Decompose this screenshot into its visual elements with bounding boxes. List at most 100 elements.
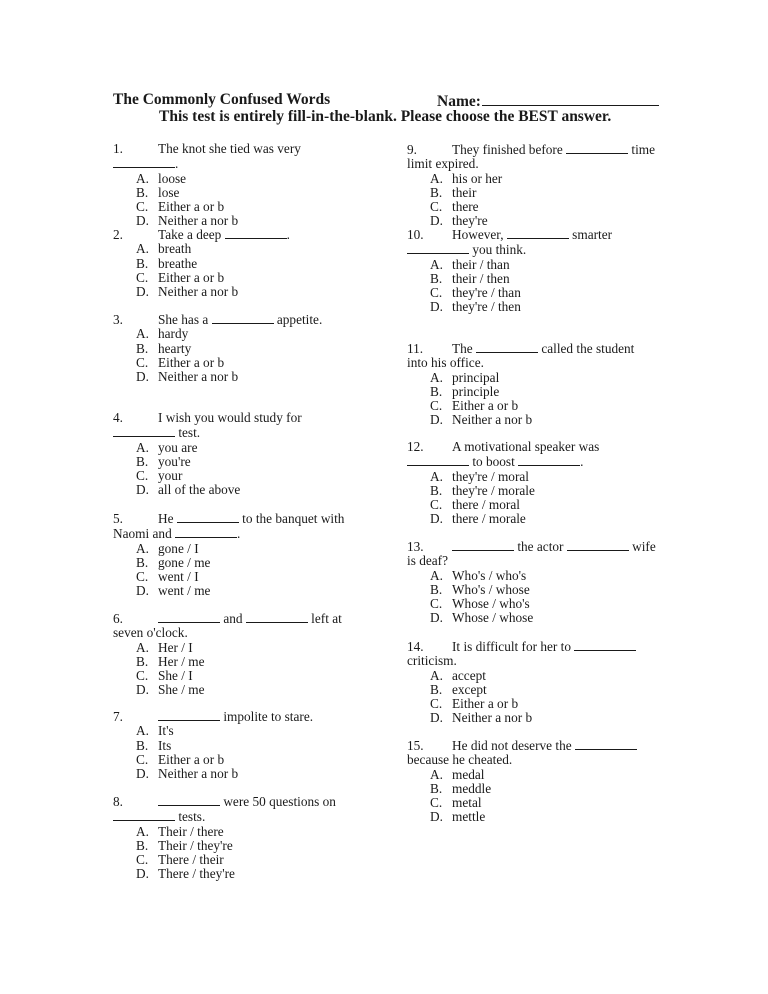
question-number: 13. (407, 539, 424, 554)
option-text: Neither a nor b (158, 284, 239, 300)
answer-blank (176, 511, 239, 523)
option-text: Her / me (158, 653, 205, 669)
question-text: impolite to stare. (220, 709, 314, 724)
answer-option: C. Either a or b (113, 354, 363, 370)
answer-blank (574, 738, 637, 750)
answer-option: B. gone / me (113, 555, 363, 570)
question-number: 5. (113, 511, 123, 526)
option-letter: A. (136, 540, 149, 556)
answer-options: A. hardy B. hearty C. Either a or b D. Neither … (113, 326, 363, 384)
option-letter: B. (430, 270, 443, 286)
option-letter: B. (430, 184, 443, 200)
option-text: there / morale (452, 511, 526, 527)
name-blank-line (481, 91, 659, 106)
question-text: and (220, 611, 246, 626)
title-line: The Commonly Confused Words Name: (113, 91, 673, 110)
answer-option: C. went / I (113, 569, 363, 584)
answer-options: A. their / than B. their / then C. they're / … (407, 257, 657, 315)
option-letter: C. (136, 468, 149, 484)
option-text: Neither a nor b (452, 412, 533, 428)
answer-option: B. Who's / whose (407, 581, 657, 597)
option-letter: B. (430, 681, 443, 697)
test-title: The Commonly Confused Words (113, 91, 331, 108)
question-text: The knot she tied was very (158, 141, 301, 156)
answer-blank (407, 242, 469, 255)
option-text: they're / moral (452, 468, 529, 484)
question-5: 5. He to the banquet with Naomi and . A. go… (113, 511, 363, 599)
answer-blank (175, 526, 238, 539)
question-stem: 14. It is difficult for her to criticism. (407, 639, 657, 669)
question-number: 4. (113, 410, 123, 425)
option-letter: A. (136, 823, 149, 839)
answer-blank (211, 312, 274, 324)
answer-option: D. all of the above (113, 483, 363, 498)
option-text: loose (158, 170, 187, 186)
answer-option: A. breath (113, 241, 363, 257)
option-letter: D. (430, 610, 443, 626)
option-letter: B. (136, 653, 149, 669)
option-text: there (452, 199, 479, 215)
answer-option: D. Neither a nor b (113, 766, 363, 781)
question-stem: 11. The called the student into his offic… (407, 341, 657, 371)
answer-blank (158, 611, 220, 623)
option-letter: C. (430, 596, 443, 612)
answer-option: A. his or her (407, 170, 657, 186)
question-stem: 7. impolite to stare. (113, 709, 363, 724)
question-12: 12. A motivational speaker was to boost .… (407, 439, 657, 527)
option-letter: B. (430, 581, 443, 597)
option-letter: D. (136, 284, 149, 300)
answer-option: D. mettle (407, 810, 657, 825)
option-letter: A. (136, 170, 149, 186)
option-letter: C. (136, 199, 149, 215)
question-stem: 1. The knot she tied was very . (113, 141, 363, 172)
option-letter: D. (136, 866, 149, 882)
answer-blank (113, 156, 175, 169)
option-text: Either a or b (158, 199, 225, 215)
option-letter: C. (430, 696, 443, 712)
answer-option: A. principal (407, 370, 657, 385)
option-text: Their / they're (158, 837, 233, 853)
option-letter: A. (136, 639, 149, 655)
option-text: hearty (158, 340, 192, 356)
answer-option: B. meddle (407, 781, 657, 796)
answer-option: B. Her / me (113, 653, 363, 669)
option-text: breathe (158, 255, 198, 271)
question-text: test. (175, 425, 201, 441)
answer-option: A. medal (407, 767, 657, 782)
question-text: because he cheated. (407, 752, 513, 768)
option-text: breath (158, 241, 192, 257)
question-stem: 15. He did not deserve the because he che… (407, 738, 657, 768)
answer-option: D. There / they're (113, 866, 363, 882)
option-letter: B. (136, 255, 149, 271)
option-letter: B. (136, 737, 149, 753)
question-13: 13. the actor wife is deaf? A. Who's / who… (407, 539, 657, 626)
question-text: He (158, 511, 177, 526)
answer-blank (566, 142, 629, 154)
answer-option: C. metal (407, 795, 657, 811)
option-letter: C. (430, 795, 443, 811)
option-text: except (452, 681, 487, 697)
option-letter: C. (136, 852, 149, 868)
question-6: 6. and left at seven o'clock. A. Her / I B.… (113, 611, 363, 698)
answer-blank (452, 539, 514, 551)
question-text: However, (452, 227, 507, 242)
answer-option: A. Her / I (113, 639, 363, 655)
answer-option: A. their / than (407, 257, 657, 272)
answer-option: C. they're / than (407, 285, 657, 300)
answer-option: B. Their / they're (113, 837, 363, 853)
question-text: to boost (469, 454, 519, 470)
answer-option: D. She / me (113, 682, 363, 698)
answer-option: D. Neither a nor b (113, 284, 363, 300)
option-text: principle (452, 383, 500, 399)
option-letter: A. (430, 170, 443, 186)
option-text: they're / morale (452, 482, 535, 498)
option-letter: D. (136, 682, 149, 698)
option-text: Either a or b (158, 269, 225, 285)
answer-options: A. you are B. you're C. your D. all of the abov… (113, 440, 363, 498)
answer-option: A. It's (113, 723, 363, 738)
answer-option: B. Its (113, 737, 363, 753)
answer-option: A. loose (113, 170, 363, 186)
question-text: appetite. (273, 312, 323, 327)
question-10: 10. However, smarter you think. A. their / … (407, 227, 657, 315)
option-letter: C. (136, 354, 149, 370)
